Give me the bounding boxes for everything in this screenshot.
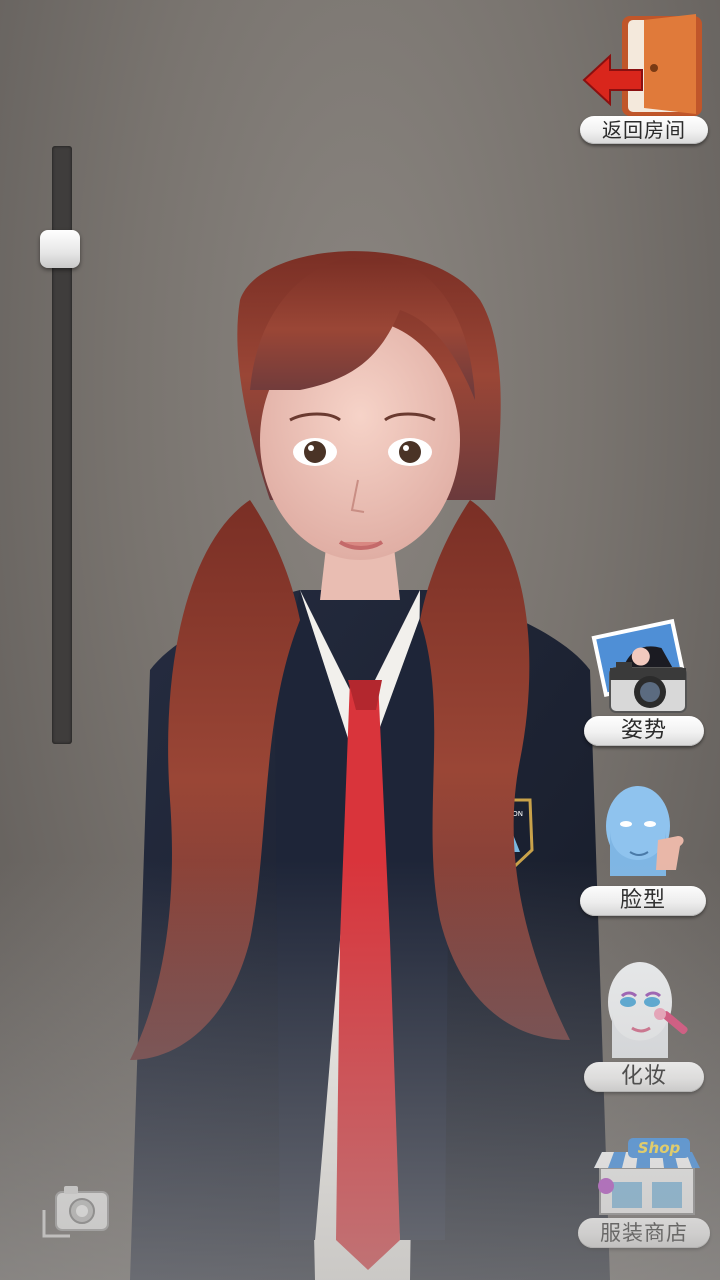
camera-icon xyxy=(42,1186,109,1238)
makeup-label: 化妆 xyxy=(584,1062,704,1092)
screenshot-button[interactable] xyxy=(42,1180,114,1242)
face-shape-label: 脸型 xyxy=(580,886,706,916)
clothing-shop-label: 服装商店 xyxy=(578,1218,710,1248)
makeup-button[interactable]: 化妆 xyxy=(584,958,704,1092)
clothing-shop-button[interactable]: Shop 服装商店 xyxy=(578,1138,710,1248)
shop-storefront-icon: Shop xyxy=(594,1138,700,1215)
zoom-slider-handle[interactable] xyxy=(40,230,80,268)
avatar-character[interactable]: SILVERMOON xyxy=(100,240,620,1280)
shop-sign-text: Shop xyxy=(638,1139,681,1157)
face-shape-button[interactable]: 脸型 xyxy=(580,780,706,916)
exit-door-icon xyxy=(582,14,702,116)
pose-button[interactable]: 姿势 xyxy=(584,612,704,746)
pose-label: 姿势 xyxy=(584,716,704,746)
zoom-slider[interactable] xyxy=(40,146,80,744)
back-to-room-button[interactable]: 返回房间 xyxy=(580,10,708,144)
face-head-icon xyxy=(606,786,684,876)
camera-photo-icon xyxy=(591,618,687,713)
back-to-room-label: 返回房间 xyxy=(580,116,708,144)
game-viewport[interactable]: SILVERMOON xyxy=(0,0,720,1280)
makeup-head-icon xyxy=(608,962,688,1058)
